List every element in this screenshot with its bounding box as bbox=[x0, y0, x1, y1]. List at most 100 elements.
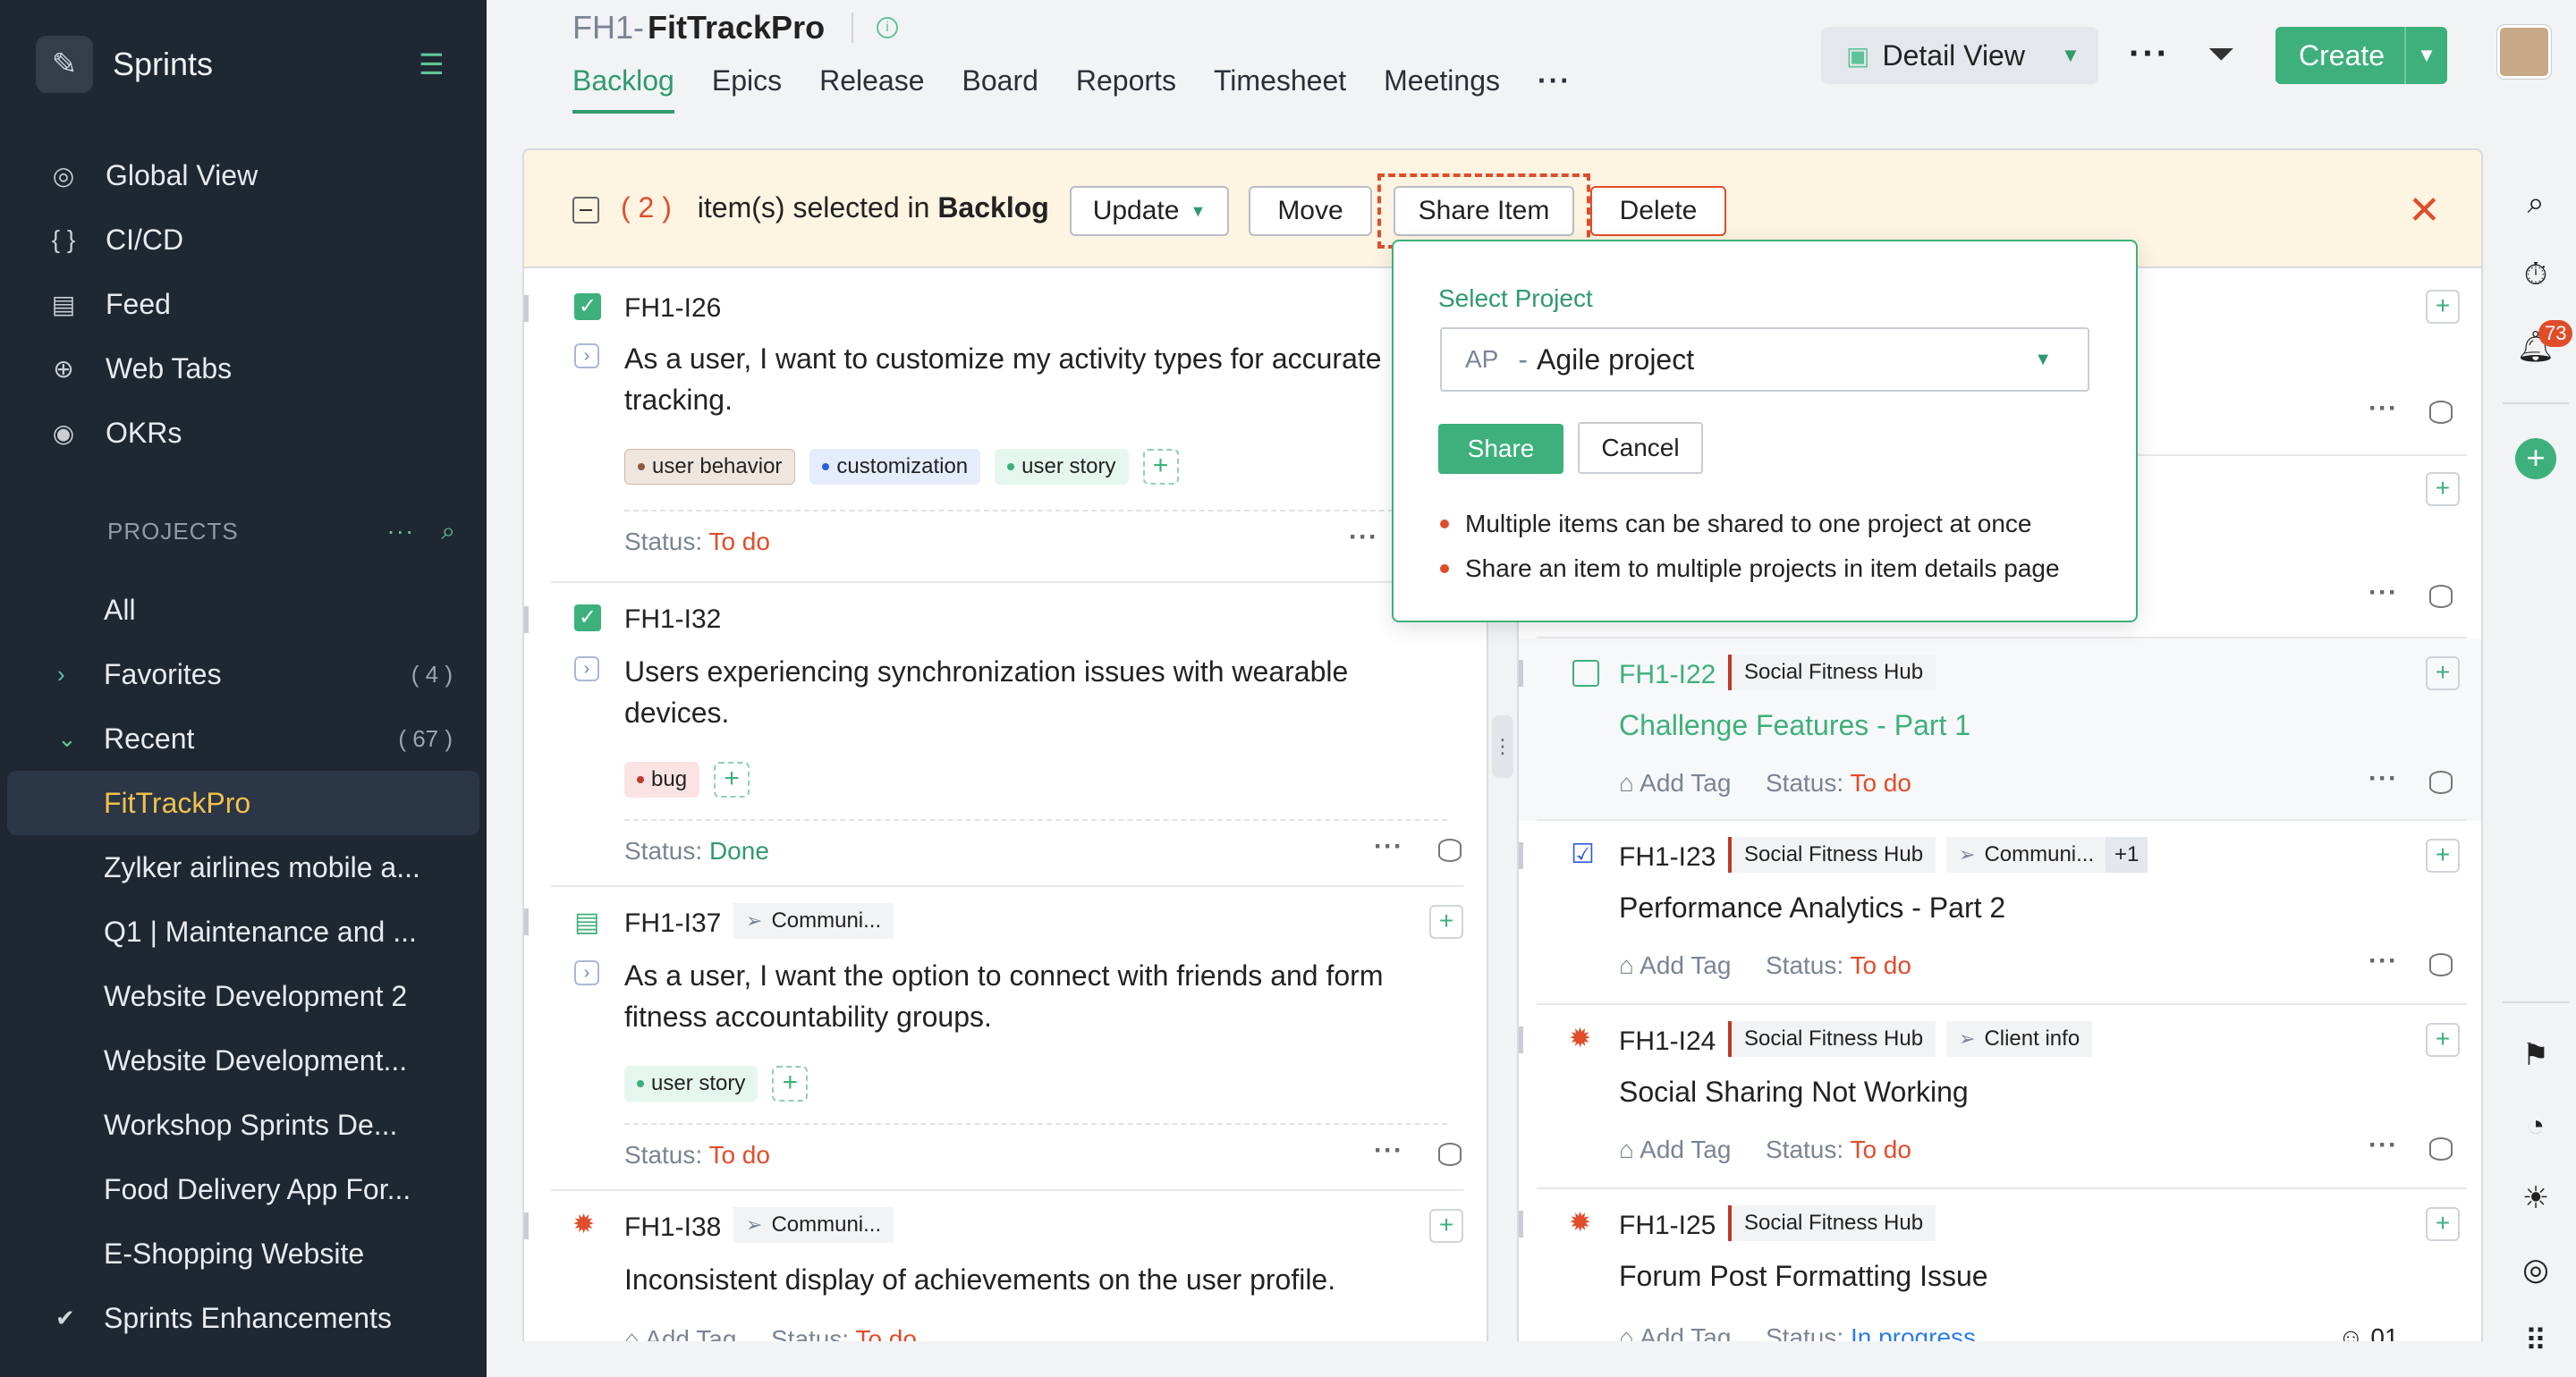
project-chip[interactable]: Social Fitness Hub bbox=[1728, 1021, 1936, 1057]
tab-epics[interactable]: Epics bbox=[712, 64, 782, 114]
status[interactable]: Status: To do bbox=[771, 1325, 917, 1341]
more-options-icon[interactable]: ··· bbox=[2368, 578, 2398, 608]
add-child-button[interactable]: + bbox=[2426, 656, 2460, 690]
expand-icon[interactable]: › bbox=[574, 343, 599, 368]
search-icon[interactable]: ⌕ bbox=[441, 517, 456, 546]
filter-icon[interactable]: ⏷ bbox=[2207, 36, 2234, 74]
tag[interactable]: user behavior bbox=[624, 449, 796, 485]
expand-icon[interactable]: › bbox=[574, 960, 599, 985]
share-item-button[interactable]: Share Item bbox=[1394, 186, 1574, 236]
status[interactable]: Status: In progress bbox=[1766, 1323, 1976, 1341]
project-all[interactable]: All bbox=[7, 578, 479, 642]
more-tabs-button[interactable]: ··· bbox=[1538, 64, 1572, 114]
create-button[interactable]: Create ▼ bbox=[2275, 27, 2447, 84]
add-tag-link[interactable]: ⌂ Add Tag bbox=[1619, 951, 1731, 980]
item-id[interactable]: FH1-I38 bbox=[624, 1212, 721, 1243]
item-checkbox[interactable] bbox=[1572, 660, 1599, 687]
search-icon[interactable]: ⌕ bbox=[2496, 186, 2576, 221]
status[interactable]: Status: To do bbox=[1766, 951, 1911, 980]
add-tag-button[interactable]: + bbox=[714, 762, 750, 798]
project-chip[interactable]: Social Fitness Hub bbox=[1728, 1205, 1936, 1241]
timer-icon[interactable]: ⏱ bbox=[2496, 258, 2576, 292]
add-child-button[interactable]: + bbox=[1429, 1209, 1463, 1243]
item-summary[interactable]: Performance Analytics - Part 2 bbox=[1619, 887, 2005, 928]
item-id[interactable]: FH1-I37 bbox=[624, 908, 721, 939]
tab-backlog[interactable]: Backlog bbox=[572, 64, 674, 114]
create-dropdown-icon[interactable]: ▼ bbox=[2404, 27, 2447, 84]
list-item[interactable]: ▤ FH1-I37 ➢ Communi... + › As a user, I w… bbox=[524, 887, 1487, 1191]
item-summary[interactable]: Challenge Features - Part 1 bbox=[1619, 705, 1970, 746]
add-child-button[interactable]: + bbox=[2426, 1023, 2460, 1057]
theme-icon[interactable]: ☀ bbox=[2496, 1180, 2576, 1216]
item-summary[interactable]: Forum Post Formatting Issue bbox=[1619, 1255, 1988, 1297]
project-item[interactable]: Food Delivery App For... bbox=[7, 1157, 479, 1221]
module-chip[interactable]: ➢ Communi... bbox=[733, 1207, 894, 1243]
sidebar-item-okrs[interactable]: ◉ OKRs bbox=[48, 401, 460, 465]
project-item[interactable]: Q1 | Maintenance and ... bbox=[7, 900, 479, 964]
add-child-button[interactable]: + bbox=[1429, 905, 1463, 939]
tab-release[interactable]: Release bbox=[819, 64, 924, 114]
item-summary[interactable]: Users experiencing synchronization issue… bbox=[624, 651, 1429, 733]
sidebar-item-cicd[interactable]: { } CI/CD bbox=[48, 207, 460, 272]
announcement-icon[interactable]: ⚑ bbox=[2496, 1037, 2576, 1073]
compass-icon[interactable]: ◎ bbox=[2496, 1252, 2576, 1288]
more-options-icon[interactable]: ··· bbox=[1374, 832, 1403, 862]
database-icon[interactable] bbox=[2429, 771, 2453, 794]
sidebar-item-web-tabs[interactable]: ⊕ Web Tabs bbox=[48, 336, 460, 401]
add-child-button[interactable]: + bbox=[2426, 290, 2460, 324]
database-icon[interactable] bbox=[2429, 1137, 2453, 1161]
chevron-down-icon[interactable]: ⌄ bbox=[57, 725, 77, 753]
add-child-button[interactable]: + bbox=[2426, 1207, 2460, 1241]
more-options-icon[interactable]: ··· bbox=[2368, 764, 2398, 794]
sidebar-item-global-view[interactable]: ◎ Global View bbox=[48, 143, 460, 207]
tab-timesheet[interactable]: Timesheet bbox=[1214, 64, 1346, 114]
avatar[interactable] bbox=[2497, 25, 2551, 79]
tab-meetings[interactable]: Meetings bbox=[1384, 64, 1500, 114]
info-icon[interactable]: i bbox=[877, 17, 899, 38]
item-id[interactable]: FH1-I25 bbox=[1619, 1211, 1716, 1241]
bell-icon[interactable]: 🔔︎ 73 bbox=[2496, 320, 2576, 365]
database-icon[interactable] bbox=[2429, 585, 2453, 608]
update-button[interactable]: Update ▼ bbox=[1070, 186, 1229, 236]
select-all-checkbox[interactable] bbox=[572, 197, 599, 224]
add-tag-button[interactable]: + bbox=[1142, 449, 1179, 485]
list-item[interactable]: ✓ FH1-I26 › As a user, I want to customi… bbox=[524, 268, 1487, 583]
item-summary[interactable]: Inconsistent display of achievements on … bbox=[624, 1259, 1447, 1300]
item-id[interactable]: FH1-I23 bbox=[1619, 842, 1716, 873]
project-chip[interactable]: Social Fitness Hub bbox=[1728, 655, 1936, 690]
status[interactable]: Status: To do bbox=[1766, 769, 1911, 798]
add-tag-button[interactable]: + bbox=[772, 1066, 809, 1102]
add-tag-link[interactable]: ⌂ Add Tag bbox=[1619, 1136, 1731, 1164]
item-summary[interactable]: As a user, I want to customize my activi… bbox=[624, 338, 1429, 420]
database-icon[interactable] bbox=[1438, 1143, 1462, 1166]
list-item[interactable]: ✹ FH1-I25 Social Fitness Hub + Forum Pos… bbox=[1519, 1189, 2481, 1341]
list-item[interactable]: ✹ FH1-I38 ➢ Communi... + Inconsistent dis… bbox=[524, 1191, 1487, 1341]
item-id[interactable]: FH1-I24 bbox=[1619, 1026, 1716, 1057]
project-fittrackpro[interactable]: FitTrackPro bbox=[7, 771, 479, 835]
dashboard-icon[interactable]: ◔ bbox=[2496, 1109, 2576, 1144]
project-favorites[interactable]: › Favorites ( 4 ) bbox=[7, 642, 479, 706]
list-item[interactable]: FH1-I22 Social Fitness Hub + Challenge F… bbox=[1519, 638, 2481, 821]
tag[interactable]: user story bbox=[624, 1066, 758, 1102]
status[interactable]: Status: To do bbox=[624, 1141, 770, 1170]
item-id[interactable]: FH1-I32 bbox=[624, 604, 721, 635]
item-summary[interactable]: As a user, I want the option to connect … bbox=[624, 955, 1447, 1037]
project-recent[interactable]: ⌄ Recent ( 67 ) bbox=[7, 706, 479, 771]
database-icon[interactable] bbox=[1438, 839, 1462, 862]
chevron-right-icon[interactable]: › bbox=[57, 661, 65, 688]
status[interactable]: Status: Done bbox=[624, 837, 769, 866]
item-id[interactable]: FH1-I26 bbox=[624, 293, 721, 324]
project-chip[interactable]: Social Fitness Hub bbox=[1728, 837, 1936, 873]
project-select[interactable]: AP - Agile project ▼ bbox=[1440, 327, 2089, 392]
sidebar-item-feed[interactable]: ▤ Feed bbox=[48, 272, 460, 336]
move-button[interactable]: Move bbox=[1249, 186, 1372, 236]
project-item[interactable]: Website Development... bbox=[7, 1028, 479, 1093]
status[interactable]: Status: To do bbox=[624, 528, 770, 556]
project-item[interactable]: Workshop Sprints De... bbox=[7, 1093, 479, 1157]
add-child-button[interactable]: + bbox=[2426, 472, 2460, 506]
item-checkbox[interactable]: ✓ bbox=[574, 604, 601, 631]
module-chip[interactable]: ➢ Communi... bbox=[1946, 837, 2107, 873]
apps-grid-icon[interactable]: ⠿ bbox=[2496, 1323, 2576, 1359]
comment-count[interactable]: ☺ 01 bbox=[2338, 1323, 2399, 1341]
add-icon[interactable]: + bbox=[2496, 438, 2576, 479]
